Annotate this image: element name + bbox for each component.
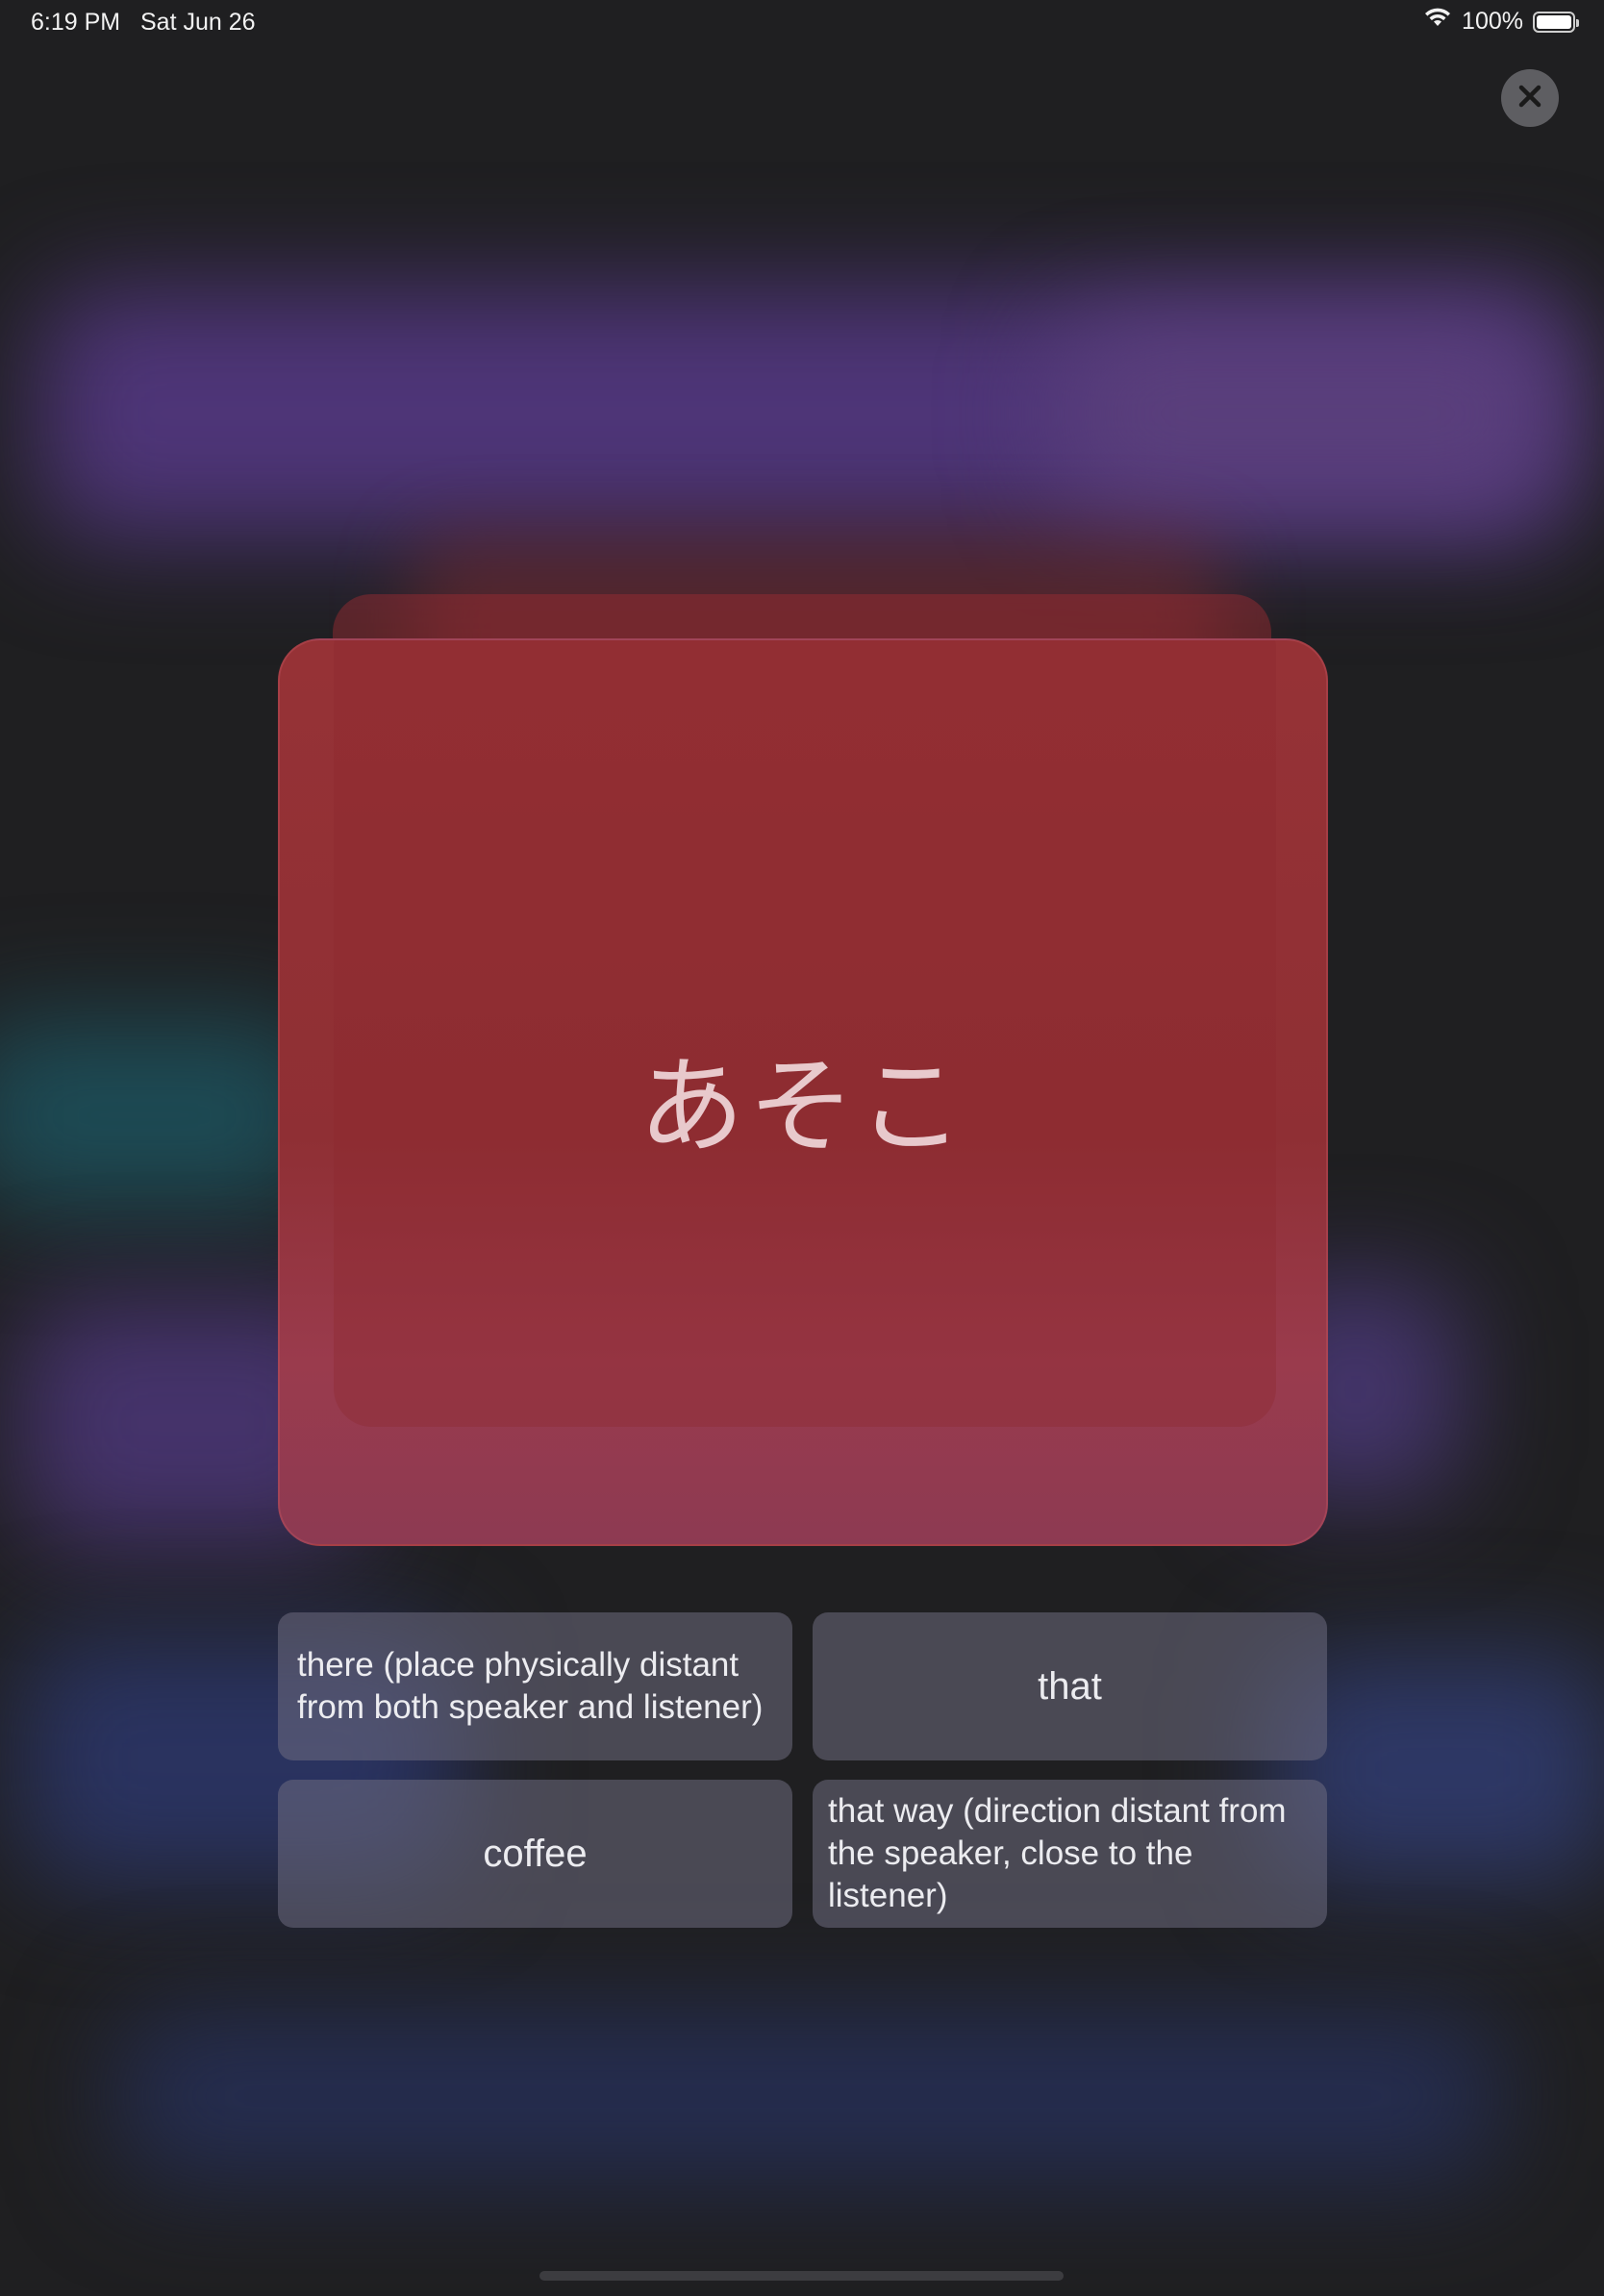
wifi-icon <box>1423 8 1452 36</box>
status-indicators: 100% <box>1423 8 1579 36</box>
battery-icon <box>1533 11 1579 33</box>
flashcard: あそこ <box>278 638 1328 1546</box>
answer-option-3[interactable]: coffee <box>278 1780 792 1928</box>
answer-label: that <box>1038 1664 1102 1708</box>
status-time: 6:19 PM <box>31 9 121 36</box>
home-indicator[interactable] <box>539 2271 1064 2281</box>
answer-option-2[interactable]: that <box>813 1612 1327 1760</box>
answer-option-1[interactable]: there (place physically distant from bot… <box>278 1612 792 1760</box>
background-blur <box>1058 317 1558 510</box>
answer-label: there (place physically distant from bot… <box>297 1646 764 1726</box>
battery-percentage: 100% <box>1462 8 1523 35</box>
answer-label: coffee <box>483 1832 588 1875</box>
close-button[interactable] <box>1501 69 1559 127</box>
answer-option-4[interactable]: that way (direction distant from the spe… <box>813 1780 1327 1928</box>
status-bar: 6:19 PM Sat Jun 26 100% <box>0 0 1604 46</box>
close-icon <box>1516 83 1543 113</box>
answer-label: that way (direction distant from the spe… <box>828 1792 1287 1914</box>
background-blur <box>115 2009 1500 2183</box>
quiz-screen: 6:19 PM Sat Jun 26 100% あそこ there (place… <box>0 0 1604 2296</box>
flashcard-word: あそこ <box>639 1045 967 1168</box>
status-date: Sat Jun 26 <box>140 9 256 36</box>
